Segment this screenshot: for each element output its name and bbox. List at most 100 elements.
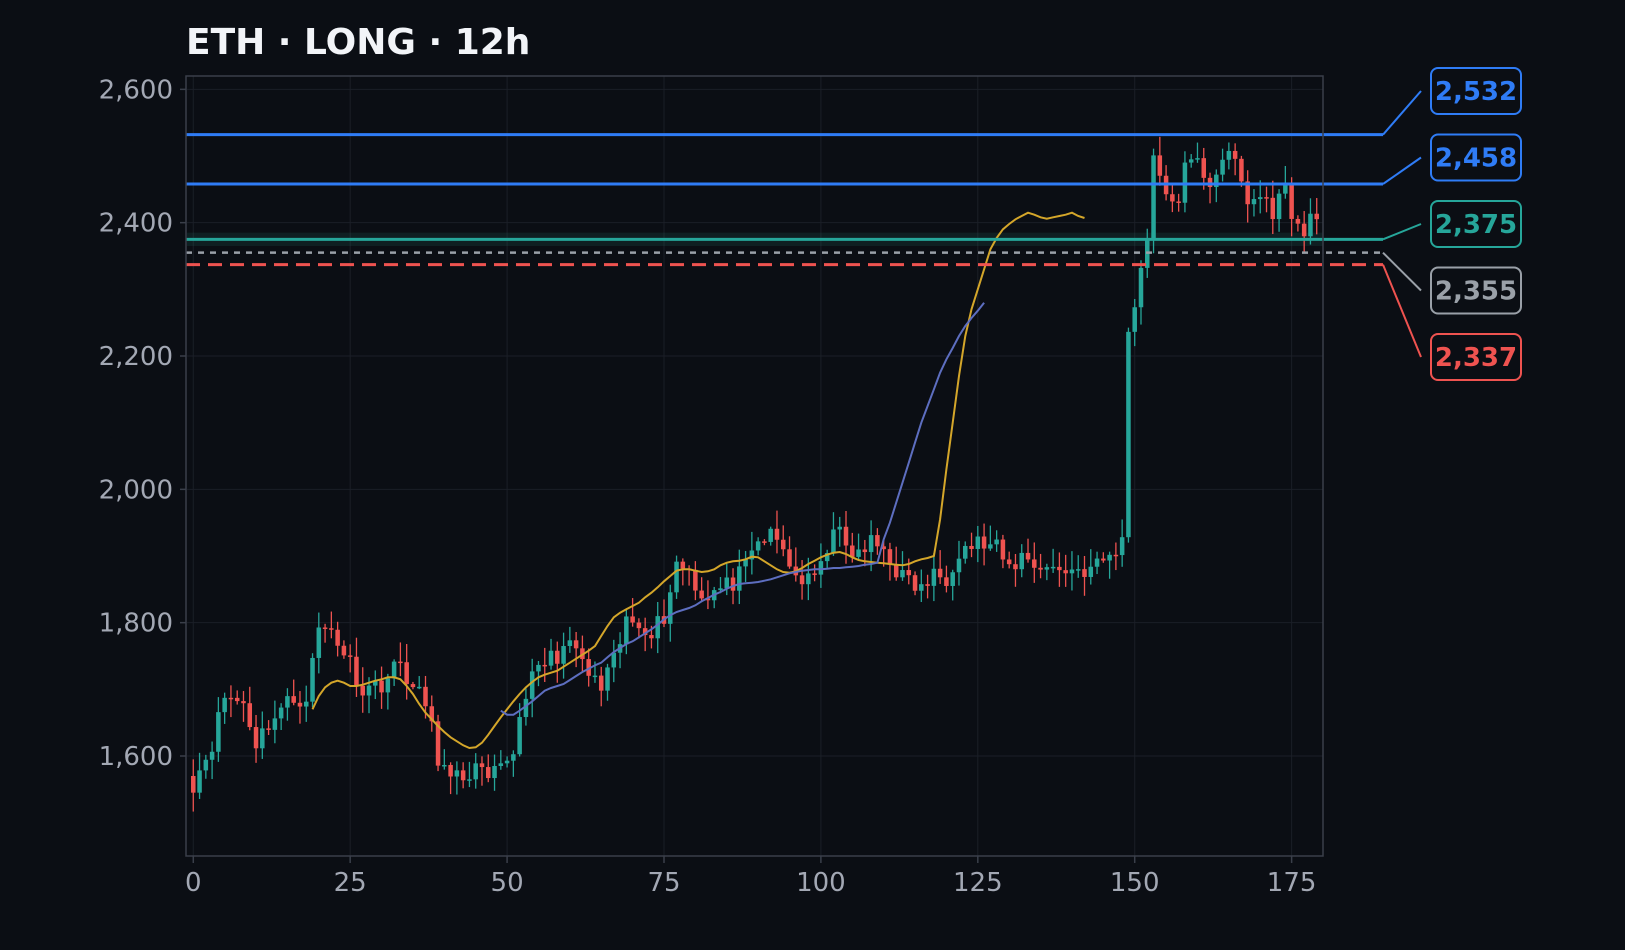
moving-average-line — [311, 211, 1085, 750]
candle-body — [379, 680, 384, 693]
candle-body — [272, 718, 278, 730]
candle-body — [216, 712, 221, 752]
candle-body — [674, 561, 679, 593]
candle-body — [460, 770, 466, 781]
candle-body — [1119, 537, 1125, 556]
chart-title: ETH · LONG · 12h — [186, 22, 530, 63]
candle-body — [1276, 193, 1282, 220]
candle-body — [1251, 199, 1257, 205]
candle-body — [1195, 158, 1200, 160]
candle-body — [768, 528, 773, 542]
candle-body — [837, 526, 842, 530]
candle-body — [241, 701, 246, 704]
candle-body — [529, 671, 535, 699]
candle-body — [975, 536, 981, 549]
candle-body — [762, 541, 767, 543]
candle-body — [1006, 559, 1012, 565]
candle-body — [1289, 183, 1294, 219]
candle-body — [592, 675, 598, 678]
candle-body — [937, 568, 943, 578]
candle-body — [1151, 155, 1156, 239]
candle-body — [1038, 567, 1043, 570]
candle-body — [404, 662, 409, 685]
candle-body — [253, 727, 259, 749]
candle-body — [925, 584, 930, 586]
candle-body — [1032, 559, 1037, 568]
candle-body — [1107, 554, 1112, 561]
candle-body — [341, 645, 347, 656]
candle-body — [473, 763, 478, 780]
candle-body — [1094, 558, 1100, 567]
moving-average-line — [500, 302, 985, 716]
candle-body — [228, 697, 234, 700]
candle-body — [1220, 159, 1225, 175]
candle-body — [1025, 552, 1031, 560]
candle-body — [260, 728, 265, 749]
candle-body — [247, 703, 253, 728]
price-tag-connector — [1382, 156, 1422, 185]
candle-body — [542, 664, 548, 667]
candle-body — [962, 545, 968, 559]
price-tag-connector — [1382, 251, 1422, 292]
candle-body — [624, 616, 629, 645]
candle-body — [956, 558, 962, 573]
candle-body — [737, 566, 742, 591]
x-tick-label: 125 — [953, 868, 1003, 898]
candle-body — [1314, 213, 1319, 220]
candle-body — [856, 549, 861, 557]
candle-body — [504, 760, 510, 764]
candle-body — [278, 707, 284, 719]
candle-body — [1063, 570, 1068, 574]
candle-body — [1013, 564, 1018, 570]
candle-body — [322, 627, 328, 629]
candle-body — [893, 564, 899, 578]
candle-body — [843, 526, 849, 546]
candle-body — [730, 577, 736, 591]
candle-body — [787, 549, 792, 567]
candle-body — [950, 572, 955, 586]
candle-body — [1232, 150, 1238, 159]
price-tag-label: 2,375 — [1435, 210, 1517, 240]
candle-body — [812, 573, 817, 575]
candle-body — [931, 568, 937, 586]
candle-body — [1019, 552, 1024, 570]
candle-body — [448, 764, 453, 777]
candle-body — [347, 655, 353, 657]
candle-body — [479, 763, 485, 768]
candle-body — [486, 767, 491, 779]
candle-body — [366, 685, 372, 696]
candle-body — [1157, 155, 1163, 176]
candle-body — [875, 535, 880, 547]
y-tick-label: 2,200 — [99, 342, 173, 372]
price-tag-connector — [1382, 223, 1422, 241]
candle-body — [806, 573, 811, 585]
candle-body — [1075, 569, 1081, 571]
candle-body — [1264, 197, 1269, 199]
candle-body — [310, 657, 315, 702]
candle-body — [655, 616, 660, 639]
candle-body — [209, 751, 215, 760]
candle-body — [391, 661, 397, 679]
candle-body — [1239, 158, 1244, 182]
price-tag-label: 2,532 — [1435, 77, 1517, 107]
candle-body — [423, 686, 428, 707]
candle-body — [1308, 213, 1313, 237]
x-tick-label: 25 — [334, 868, 367, 898]
candle-body — [724, 577, 730, 589]
candle-body — [285, 696, 290, 708]
x-tick-label: 100 — [796, 868, 846, 898]
candle-body — [416, 686, 422, 689]
candle-body — [442, 764, 447, 767]
candle-body — [454, 770, 460, 777]
candle-body — [573, 640, 579, 649]
candle-body — [598, 675, 604, 691]
candle-body — [567, 640, 573, 647]
candle-body — [1082, 569, 1087, 577]
candle-body — [774, 528, 780, 540]
x-tick-label: 150 — [1110, 868, 1160, 898]
candle-body — [297, 702, 303, 707]
candle-body — [548, 650, 554, 666]
candle-body — [630, 616, 635, 623]
candle-body — [1101, 558, 1106, 561]
candle-body — [850, 545, 855, 557]
